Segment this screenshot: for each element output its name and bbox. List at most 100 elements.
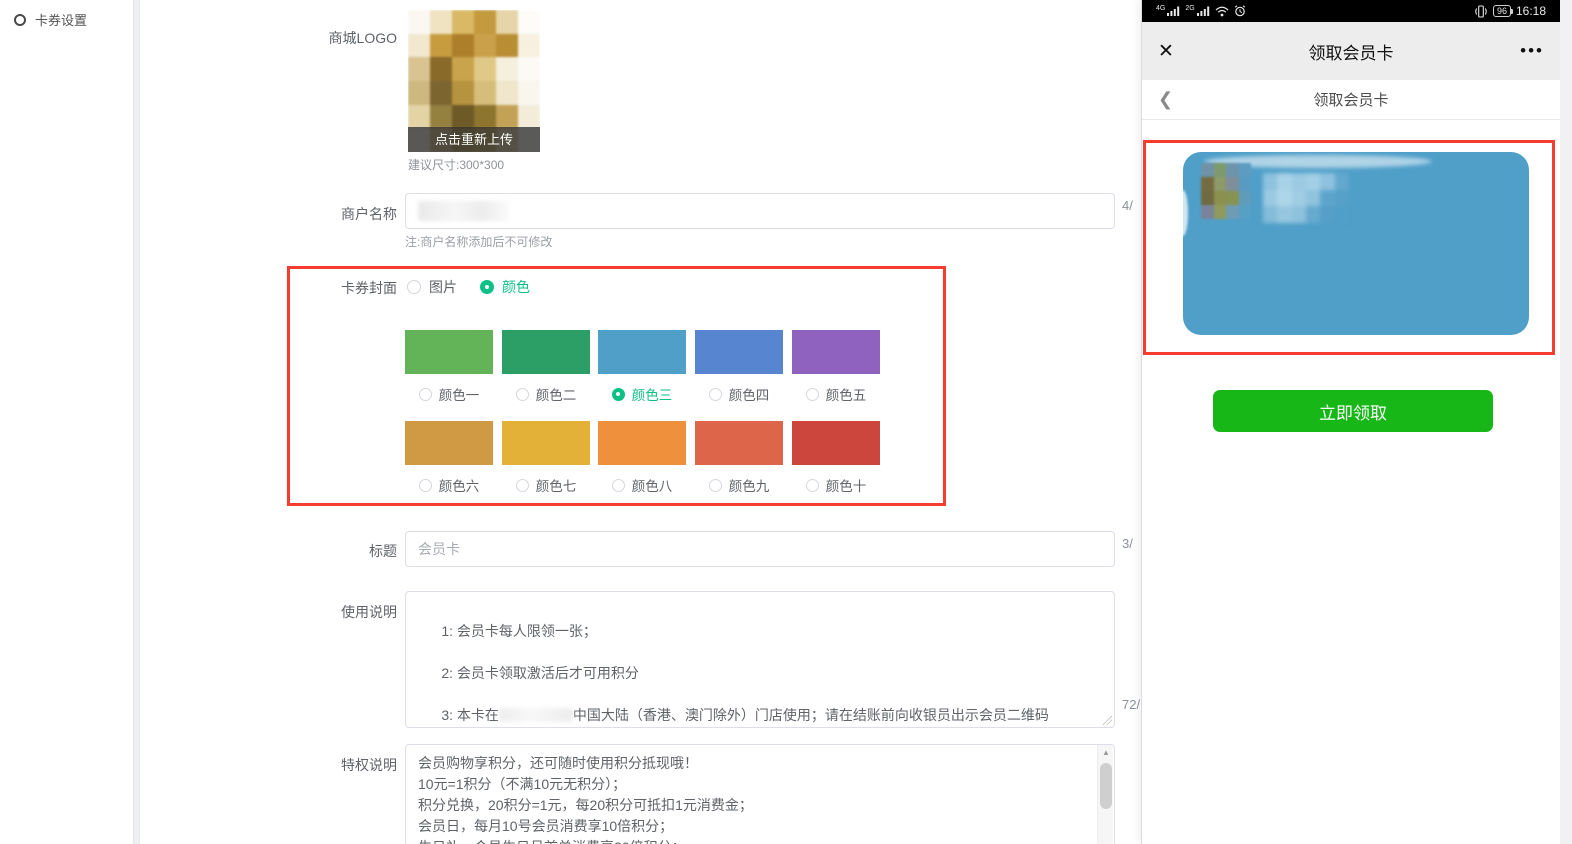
usage-line: 中国大陆（香港、澳门除外）门店使用；请在结账前向收银员出示会员二维码 [573, 707, 1049, 723]
color-option: 颜色二 [502, 330, 590, 404]
color-swatch[interactable] [695, 330, 783, 374]
color-label: 颜色六 [439, 475, 480, 495]
logo-upload[interactable]: 点击重新上传 [408, 10, 540, 152]
color-radio[interactable]: 颜色十 [792, 475, 880, 495]
color-swatch[interactable] [695, 421, 783, 465]
cover-option-color[interactable]: 颜色 [480, 277, 530, 297]
card-settings-form: 商城LOGO 点击重新上传 建议尺寸:300*300 商户名称 注:商户名称添加… [140, 0, 1141, 844]
color-swatch[interactable] [598, 330, 686, 374]
color-radio[interactable]: 颜色四 [695, 384, 783, 404]
logo-label: 商城LOGO [140, 28, 397, 48]
color-label: 颜色一 [439, 384, 480, 404]
color-option: 颜色九 [695, 421, 783, 495]
radio-icon [419, 388, 432, 401]
usage-char-counter: 72/ [1122, 697, 1140, 712]
color-swatch[interactable] [792, 421, 880, 465]
page-sub-title: 领取会员卡 [1142, 89, 1560, 110]
privilege-textarea[interactable]: 会员购物享积分，还可随时使用积分抵现哦！ 10元=1积分（不满10元无积分）； … [405, 744, 1115, 844]
color-option: 颜色六 [405, 421, 493, 495]
color-label: 颜色二 [536, 384, 577, 404]
title-input[interactable]: 会员卡 [405, 531, 1115, 567]
radio-icon [612, 388, 625, 401]
phone-preview: 4G 2G 96 16:18 ✕ 领取会员卡 ••• ❮ 领取会员卡 [1141, 0, 1560, 844]
page-sub-header: ❮ 领取会员卡 [1142, 80, 1560, 120]
color-option: 颜色一 [405, 330, 493, 404]
radio-icon [709, 388, 722, 401]
color-swatch[interactable] [405, 330, 493, 374]
merchant-name-note: 注:商户名称添加后不可修改 [405, 233, 552, 250]
sidebar-item-label: 卡券设置 [35, 10, 87, 29]
scrollbar-thumb[interactable] [1100, 763, 1112, 809]
usage-textarea[interactable]: 1: 会员卡每人限领一张； 2: 会员卡领取激活后才可用积分 3: 本卡在中国大… [405, 591, 1115, 728]
censored-merchant-value [418, 201, 510, 221]
page: 卡券设置 商城LOGO 点击重新上传 建议尺寸:300*300 商户名称 注:商… [0, 0, 1572, 844]
color-label: 颜色八 [632, 475, 673, 495]
usage-line: 2: 会员卡领取激活后才可用积分 [441, 665, 639, 681]
color-option: 颜色八 [598, 421, 686, 495]
radio-icon [806, 479, 819, 492]
cover-option-image[interactable]: 图片 [407, 277, 457, 297]
battery-percent: 96 [1497, 6, 1507, 16]
radio-icon [480, 280, 494, 294]
color-radio[interactable]: 颜色一 [405, 384, 493, 404]
textarea-resize-handle[interactable] [1102, 715, 1112, 725]
color-swatch[interactable] [502, 421, 590, 465]
radio-icon [709, 479, 722, 492]
color-radio[interactable]: 颜色三 [598, 384, 686, 404]
color-option: 颜色三 [598, 330, 686, 404]
textarea-scrollbar[interactable]: ▲ [1097, 745, 1113, 844]
wechat-nav-title: 领取会员卡 [1142, 39, 1560, 64]
wifi-icon [1215, 6, 1229, 17]
cover-option-image-label: 图片 [429, 277, 457, 297]
radio-icon [516, 388, 529, 401]
censored-card-logo [1201, 163, 1251, 219]
privilege-label: 特权说明 [140, 755, 397, 775]
membership-card-preview [1183, 152, 1529, 335]
color-option: 颜色五 [792, 330, 880, 404]
color-label: 颜色四 [729, 384, 770, 404]
scroll-up-arrow-icon[interactable]: ▲ [1098, 745, 1114, 761]
signal-bars-icon [1197, 5, 1210, 17]
claim-now-button[interactable]: 立即领取 [1213, 390, 1493, 432]
color-swatch[interactable] [598, 421, 686, 465]
sidebar-item-card-settings[interactable]: 卡券设置 [14, 10, 87, 29]
close-icon[interactable]: ✕ [1158, 42, 1174, 61]
4g-label: 4G [1156, 5, 1165, 12]
color-option: 颜色四 [695, 330, 783, 404]
page-scrollbar-track[interactable] [1560, 0, 1572, 844]
censored-card-text [1263, 173, 1349, 223]
color-radio[interactable]: 颜色六 [405, 475, 493, 495]
radio-icon [407, 280, 421, 294]
color-swatch[interactable] [405, 421, 493, 465]
signal-bars-icon [1167, 5, 1180, 17]
wechat-nav-bar: ✕ 领取会员卡 ••• [1142, 22, 1560, 80]
color-label: 颜色七 [536, 475, 577, 495]
merchant-name-input[interactable] [405, 193, 1115, 229]
back-chevron-icon[interactable]: ❮ [1158, 89, 1173, 110]
color-radio[interactable]: 颜色八 [598, 475, 686, 495]
battery-icon: 96 [1493, 5, 1511, 17]
color-radio[interactable]: 颜色五 [792, 384, 880, 404]
color-option: 颜色七 [502, 421, 590, 495]
logo-size-hint: 建议尺寸:300*300 [408, 156, 504, 173]
title-label: 标题 [140, 541, 397, 561]
sidebar: 卡券设置 [0, 0, 133, 844]
alarm-clock-icon [1234, 5, 1246, 17]
radio-icon [516, 479, 529, 492]
color-swatch[interactable] [502, 330, 590, 374]
censored-brand-name [499, 708, 573, 722]
cover-option-color-label: 颜色 [502, 277, 530, 297]
merchant-char-counter: 4/ [1122, 198, 1133, 213]
color-swatch[interactable] [792, 330, 880, 374]
color-radio[interactable]: 颜色九 [695, 475, 783, 495]
color-radio[interactable]: 颜色七 [502, 475, 590, 495]
color-option: 颜色十 [792, 421, 880, 495]
more-menu-icon[interactable]: ••• [1520, 41, 1544, 61]
reupload-overlay-button[interactable]: 点击重新上传 [408, 127, 540, 152]
color-label: 颜色九 [729, 475, 770, 495]
color-label: 颜色十 [826, 475, 867, 495]
card-cover-label: 卡券封面 [140, 278, 397, 298]
color-label: 颜色五 [826, 384, 867, 404]
color-radio[interactable]: 颜色二 [502, 384, 590, 404]
card-edge-highlight [1183, 190, 1188, 236]
